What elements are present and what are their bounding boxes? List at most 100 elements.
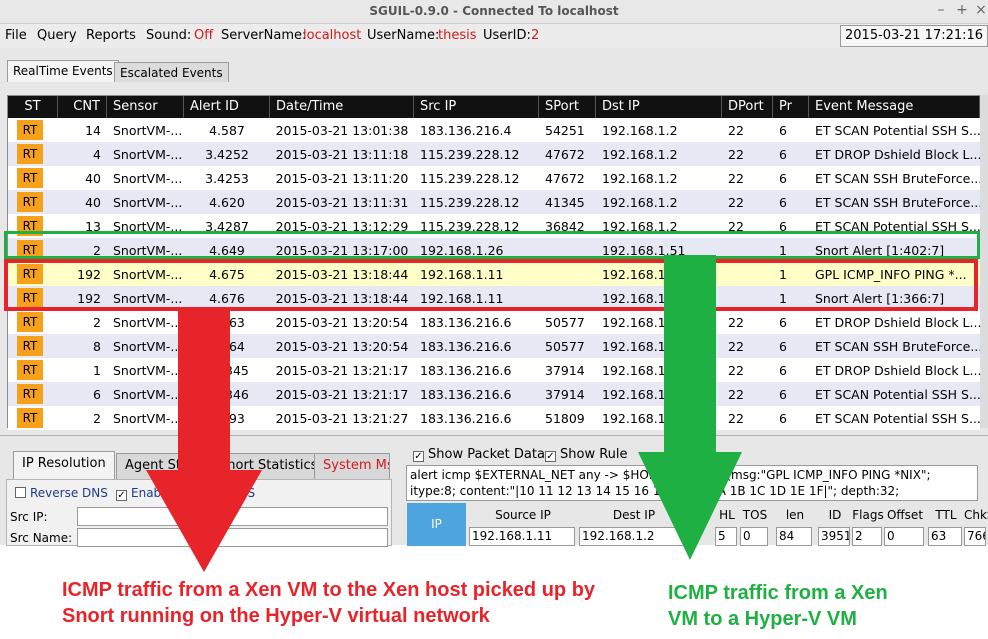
table-row[interactable]: RT 13 SnortVM-... 3.4287 2015-03-21 13:12:29…	[8, 214, 980, 238]
table-row[interactable]: RT 2 SnortVM-... 4.763 2015-03-21 13:20:54 18…	[8, 310, 980, 334]
close-icon[interactable]: ×	[972, 2, 988, 18]
table-row[interactable]: RT 14 SnortVM-... 4.587 2015-03-21 13:01:38 1…	[8, 118, 980, 142]
cell-alert-id: 4.587	[209, 123, 245, 138]
cell-dst-port: 22	[728, 171, 744, 186]
menu-file[interactable]: File	[5, 28, 27, 43]
status-badge: RT	[17, 288, 43, 308]
packet-header-flags: Flags	[852, 508, 884, 522]
show-packet-data-checkbox[interactable]: ✓	[413, 451, 424, 462]
cell-dst-port	[722, 262, 773, 286]
tab-ip-resolution[interactable]: IP Resolution	[13, 451, 115, 479]
src-name-field[interactable]	[77, 528, 388, 547]
packet-value-len[interactable]: 84	[776, 527, 812, 546]
cell-dst-ip: 192.168.1.2	[602, 171, 678, 186]
cell-src-ip: 183.136.216.4	[420, 123, 512, 138]
show-rule-toggle[interactable]: ✓ Show Rule	[545, 447, 628, 462]
table-row[interactable]: RT 192 SnortVM-... 4.675 2015-03-21 13:18:44…	[8, 262, 980, 286]
tab-agent-status[interactable]: Agent Status	[116, 453, 219, 479]
cell-src-port: 47672	[545, 171, 585, 186]
cell-datetime: 2015-03-21 13:18:44	[275, 267, 409, 282]
packet-value-ttl[interactable]: 63	[928, 527, 962, 546]
header-col-priority[interactable]: Pr	[773, 96, 809, 118]
packet-value-offset[interactable]: 0	[884, 527, 924, 546]
cell-src-port: 41345	[545, 195, 585, 210]
table-row[interactable]: RT 2 SnortVM-... 4.649 2015-03-21 13:17:00 19…	[8, 238, 980, 262]
red-annotation-text: ICMP traffic from a Xen VM to the Xen ho…	[62, 577, 595, 629]
cell-dst-port	[722, 238, 773, 262]
cell-src-port	[539, 238, 596, 262]
table-row[interactable]: RT 6 SnortVM-... 3.4346 2015-03-21 13:21:17 1…	[8, 382, 980, 406]
cell-event-message: GPL ICMP_INFO PING *...	[815, 267, 967, 282]
cell-dst-ip: 192.168.1.51	[602, 243, 686, 258]
packet-value-flags[interactable]: 2	[852, 527, 882, 546]
cell-count: 14	[85, 123, 101, 138]
menu-reports[interactable]: Reports	[86, 28, 136, 43]
packet-value-id[interactable]: 39518	[818, 527, 850, 546]
tab-realtime-events[interactable]: RealTime Events	[7, 60, 119, 82]
maximize-icon[interactable]: +	[953, 2, 971, 18]
tab-escalated-events[interactable]: Escalated Events	[114, 62, 229, 82]
cell-dst-port: 22	[728, 123, 744, 138]
tab-system-msgs[interactable]: System Msgs	[314, 453, 390, 479]
sound-value[interactable]: Off	[194, 28, 213, 43]
cell-count: 2	[93, 243, 101, 258]
table-row[interactable]: RT 8 SnortVM-... 4.764 2015-03-21 13:20:54 18…	[8, 334, 980, 358]
minimize-icon[interactable]: –	[932, 2, 950, 18]
external-dns-toggle[interactable]: ✓ Enable External DNS	[116, 486, 255, 501]
cell-src-port: 36842	[545, 219, 585, 234]
packet-value-dest-ip[interactable]: 192.168.1.2	[579, 527, 687, 546]
cell-sensor: SnortVM-...	[113, 291, 183, 306]
header-col-status[interactable]: ST	[8, 96, 58, 118]
show-packet-data-toggle[interactable]: ✓ Show Packet Data	[413, 447, 545, 462]
table-scrollbar[interactable]	[980, 95, 988, 428]
cell-dst-ip: 192.168.1.2	[602, 123, 678, 138]
header-col-dst-port[interactable]: DPort	[722, 96, 773, 118]
external-dns-checkbox[interactable]: ✓	[116, 490, 127, 501]
src-ip-field[interactable]	[77, 507, 388, 526]
cell-dst-ip: 192.168.1.2	[602, 267, 678, 282]
cell-dst-port: 22	[728, 315, 744, 330]
header-col-dst-ip[interactable]: Dst IP	[596, 96, 722, 118]
table-row[interactable]: RT 40 SnortVM-... 3.4253 2015-03-21 13:11:20…	[8, 166, 980, 190]
packet-value-source-ip[interactable]: 192.168.1.11	[469, 527, 575, 546]
cell-count: 2	[93, 315, 101, 330]
packet-value-tos[interactable]: 0	[740, 527, 768, 546]
show-rule-checkbox[interactable]: ✓	[545, 451, 556, 462]
table-row[interactable]: RT 1 SnortVM-... 3.4345 2015-03-21 13:21:17 1…	[8, 358, 980, 382]
show-rule-label: Show Rule	[560, 447, 628, 462]
header-col-alert-id[interactable]: Alert ID	[184, 96, 270, 118]
reverse-dns-toggle[interactable]: Reverse DNS	[15, 486, 108, 500]
tab-snort-statistics[interactable]: Snort Statistics	[210, 453, 327, 479]
status-badge: RT	[17, 144, 43, 164]
cell-event-message: ET SCAN SSH BruteForce...	[815, 171, 980, 186]
header-col-datetime[interactable]: Date/Time	[270, 96, 414, 118]
menu-query[interactable]: Query	[37, 28, 77, 43]
cell-datetime: 2015-03-21 13:18:44	[275, 291, 409, 306]
packet-value-hl[interactable]: 5	[715, 527, 737, 546]
cell-sensor: SnortVM-...	[113, 123, 183, 138]
cell-dst-ip: 192.168.1.2	[602, 363, 678, 378]
server-name-label: ServerName:	[221, 28, 307, 43]
cell-sensor: SnortVM-...	[113, 219, 183, 234]
cell-dst-port	[722, 286, 773, 310]
header-col-src-port[interactable]: SPort	[539, 96, 596, 118]
cell-alert-id: 3.4345	[205, 363, 249, 378]
status-badge: RT	[17, 216, 43, 236]
cell-src-port: 37914	[545, 363, 585, 378]
cell-src-ip: 183.136.216.6	[420, 363, 512, 378]
table-row[interactable]: RT 40 SnortVM-... 4.620 2015-03-21 13:11:31 1…	[8, 190, 980, 214]
header-col-sensor[interactable]: Sensor	[107, 96, 184, 118]
header-col-event-message[interactable]: Event Message	[809, 96, 980, 118]
header-col-src-ip[interactable]: Src IP	[414, 96, 539, 118]
cell-alert-id: 3.4287	[205, 219, 249, 234]
table-row[interactable]: RT 192 SnortVM-... 4.676 2015-03-21 13:18:44…	[8, 286, 980, 310]
table-row[interactable]: RT 4 SnortVM-... 3.4252 2015-03-21 13:11:18 1…	[8, 142, 980, 166]
packet-value-checksum[interactable]: 766	[964, 527, 986, 546]
reverse-dns-checkbox[interactable]	[15, 487, 26, 498]
status-badge: RT	[17, 192, 43, 212]
cell-datetime: 2015-03-21 13:11:18	[275, 147, 409, 162]
cell-count: 4	[93, 147, 101, 162]
header-col-count[interactable]: CNT	[58, 96, 107, 118]
cell-dst-port: 22	[728, 411, 744, 426]
table-row[interactable]: RT 2 SnortVM-... 4.793 2015-03-21 13:21:27 18…	[8, 406, 980, 430]
